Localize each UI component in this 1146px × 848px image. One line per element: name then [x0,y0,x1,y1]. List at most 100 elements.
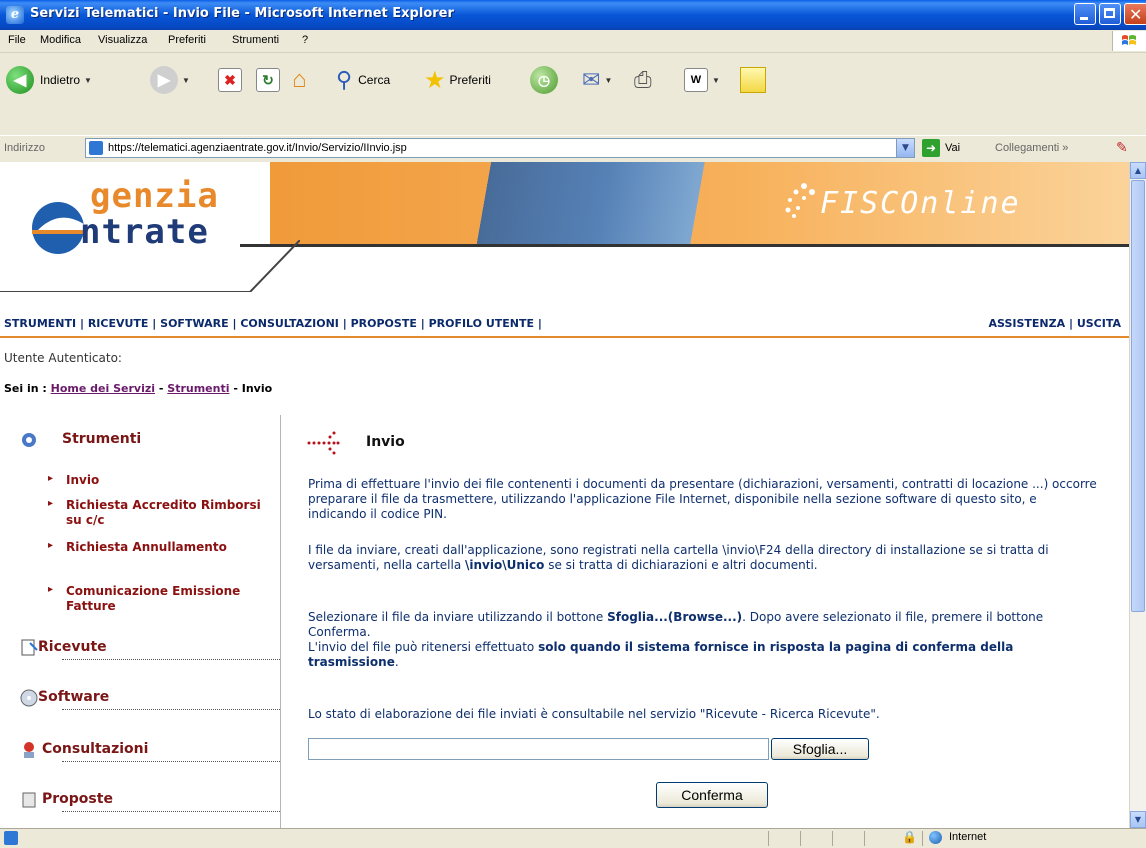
windows-flag-icon [1112,31,1146,51]
breadcrumb-current: Invio [241,382,273,395]
mail-dropdown-icon[interactable]: ▼ [604,76,612,85]
standard-toolbar: ◀ Indietro ▼ ▶ ▼ ✖ ↻ ⌂ ⚲ Cerca ★ Preferi… [0,53,1146,108]
page-status-icon [4,831,18,845]
sidebar-item-richiesta-accredito[interactable]: ▸ Richiesta Accredito Rimborsi su c/c [48,498,266,528]
home-button[interactable]: ⌂ [292,63,307,97]
page-viewport: genzia ntrate FISCOnline STRUMENTI | RIC… [0,162,1129,828]
menu-visualizza[interactable]: Visualizza [98,34,147,46]
back-button[interactable]: ◀ Indietro ▼ [6,63,92,97]
sidebar-ricevute-label: Ricevute [38,639,107,655]
go-button[interactable]: ➜ Vai [922,139,960,157]
sidebar-item-comunicazione-emissione[interactable]: ▸ Comunicazione Emissione Fatture [48,584,266,614]
notes-button[interactable] [740,63,766,97]
sidebar: Strumenti ▸ Invio ▸ Richiesta Accredito … [0,415,281,828]
history-button[interactable]: ◷ [530,63,558,97]
menu-modifica[interactable]: Modifica [40,34,81,46]
sidebar-item-richiesta-annullamento[interactable]: ▸ Richiesta Annullamento [48,540,266,555]
refresh-icon: ↻ [256,68,280,92]
gear-icon [22,433,36,447]
nav-consultazioni[interactable]: CONSULTAZIONI [240,317,339,330]
status-pane [800,831,831,846]
links-button[interactable]: Collegamenti » [995,142,1068,154]
bullet-icon: ▸ [48,540,54,551]
bullet-icon: ▸ [48,473,54,484]
print-button[interactable]: ⎙ [634,63,652,97]
breadcrumb-prefix: Sei in : [4,382,47,395]
history-icon: ◷ [530,66,558,94]
sidebar-item-invio[interactable]: ▸ Invio [48,473,266,488]
breadcrumb-home[interactable]: Home dei Servizi [51,382,155,395]
nav-proposte[interactable]: PROPOSTE [351,317,417,330]
word-dropdown-icon[interactable]: ▼ [712,76,720,85]
sidebar-item-label: Invio [66,473,100,487]
nav-uscita[interactable]: USCITA [1077,317,1121,330]
instructions-paragraph: Selezionare il file da inviare utilizzan… [308,610,1098,670]
menu-preferiti[interactable]: Preferiti [168,34,206,46]
breadcrumb: Sei in : Home dei Servizi - Strumenti - … [4,382,273,395]
file-path-input[interactable] [308,738,769,760]
address-dropdown-icon[interactable]: ▼ [896,139,914,157]
sidebar-item-label: Richiesta Annullamento [66,540,227,554]
toolbar-band [0,107,1146,135]
favorites-label: Preferiti [449,73,491,87]
forward-arrow-icon: ▶ [150,66,178,94]
address-url[interactable]: https://telematici.agenziaentrate.gov.it… [108,142,407,154]
site-banner: genzia ntrate FISCOnline [0,162,1129,292]
instructions-text-3: L'invio del file può ritenersi effettuat… [308,640,539,654]
browse-button[interactable]: Sfoglia... [771,738,869,760]
dotted-arrow-icon [307,431,340,455]
menu-help[interactable]: ? [302,34,308,46]
menu-strumenti[interactable]: Strumenti [232,34,279,46]
bullet-icon: ▸ [48,584,54,595]
scroll-thumb[interactable] [1131,180,1145,612]
nav-assistenza[interactable]: ASSISTENZA [989,317,1066,330]
globe-icon [929,831,942,844]
close-button[interactable]: ✕ [1124,3,1146,25]
address-bar: Indirizzo https://telematici.agenziaentr… [0,135,1146,163]
zone-label: Internet [949,831,987,843]
stop-button[interactable]: ✖ [218,63,242,97]
breadcrumb-strumenti[interactable]: Strumenti [167,382,229,395]
nav-profilo-utente[interactable]: PROFILO UTENTE [429,317,534,330]
status-pane [768,831,799,846]
top-nav-right: ASSISTENZA | USCITA [988,317,1122,330]
favorites-button[interactable]: ★ Preferiti [424,63,491,97]
top-nav-left: STRUMENTI | RICEVUTE | SOFTWARE | CONSUL… [4,317,542,330]
minimize-button[interactable] [1074,3,1096,25]
address-input[interactable]: https://telematici.agenziaentrate.gov.it… [85,138,915,158]
consultazioni-icon [24,742,34,758]
forward-button[interactable]: ▶ ▼ [150,63,190,97]
printer-icon: ⎙ [634,67,652,92]
refresh-button[interactable]: ↻ [256,63,280,97]
word-button[interactable]: W ▼ [684,63,720,97]
nav-strumenti[interactable]: STRUMENTI [4,317,76,330]
agenzia-a-icon [32,202,84,254]
vertical-scrollbar[interactable]: ▲ ▼ [1129,162,1146,828]
sidebar-divider [62,761,280,762]
page-icon [89,141,103,155]
section-header: Invio [306,429,706,459]
sidebar-divider [62,709,280,710]
instructions-text-1: Selezionare il file da inviare utilizzan… [308,610,608,624]
proposte-icon [22,792,36,808]
sidebar-software-label: Software [38,689,110,705]
word-icon: W [684,68,708,92]
forward-dropdown-icon[interactable]: ▼ [182,76,190,85]
back-dropdown-icon[interactable]: ▼ [84,76,92,85]
scroll-down-icon[interactable]: ▼ [1130,811,1146,828]
scroll-up-icon[interactable]: ▲ [1130,162,1146,179]
search-label: Cerca [358,73,391,87]
toolbar-extension-icon[interactable]: ✎ [1116,140,1128,156]
nav-software[interactable]: SOFTWARE [160,317,228,330]
maximize-button[interactable] [1099,3,1121,25]
go-label: Vai [945,142,961,154]
confirm-button[interactable]: Conferma [656,782,768,808]
sticky-note-icon [740,67,766,93]
nav-ricevute[interactable]: RICEVUTE [88,317,149,330]
search-button[interactable]: ⚲ Cerca [336,63,390,97]
mail-button[interactable]: ✉ ▼ [582,63,612,97]
receipt-icon [21,639,38,656]
menu-file[interactable]: File [8,34,26,46]
agenzia-entrate-logo: genzia ntrate [28,176,288,256]
mail-icon: ✉ [582,67,601,92]
